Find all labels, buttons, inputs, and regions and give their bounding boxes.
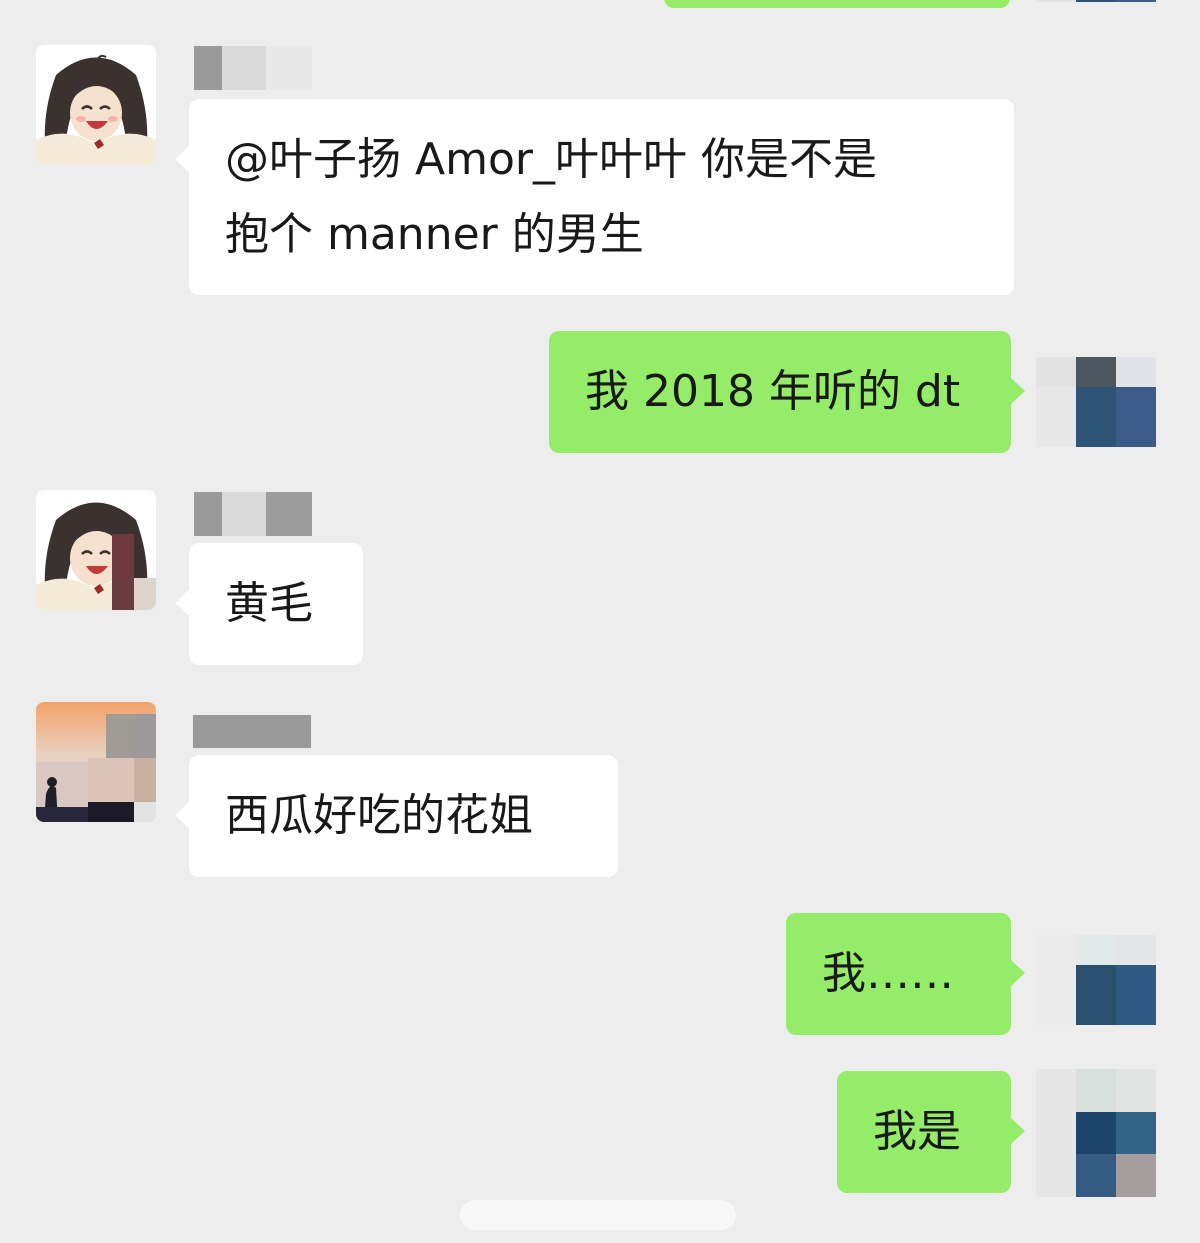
partial-message-bubble-top (664, 0, 1010, 8)
message-bubble[interactable]: 黄毛 (175, 543, 363, 665)
girl-cartoon-avatar[interactable] (36, 490, 156, 610)
pixelated-avatar[interactable] (1036, 935, 1156, 1025)
sender-name-blurred (193, 715, 311, 759)
message-bubble[interactable]: @叶子扬 Amor_叶叶叶 你是不是 抱个 manner 的男生 (175, 99, 1014, 295)
sender-name-blurred (194, 46, 312, 90)
message-bubble[interactable]: 我 2018 年听的 dt (549, 331, 1025, 453)
sender-name-blurred (194, 492, 312, 536)
partial-avatar-top (1036, 0, 1156, 2)
message-text: 我…… (822, 948, 954, 999)
message-bubble[interactable]: 我是 (837, 1071, 1025, 1193)
message-text: 我 2018 年听的 dt (585, 366, 961, 417)
girl-cartoon-avatar[interactable] (36, 45, 156, 165)
message-bubble[interactable]: 西瓜好吃的花姐 (175, 755, 618, 877)
pixelated-avatar[interactable] (1036, 1069, 1156, 1197)
sunset-photo-avatar[interactable] (36, 702, 156, 822)
watermark (460, 1200, 736, 1230)
message-text: 西瓜好吃的花姐 (225, 790, 533, 841)
message-text-line: @叶子扬 Amor_叶叶叶 你是不是 (225, 134, 877, 185)
message-text: 我是 (873, 1106, 961, 1157)
message-text: 黄毛 (225, 578, 313, 629)
message-bubble[interactable]: 我…… (786, 913, 1025, 1035)
message-text-line: 抱个 manner 的男生 (225, 209, 644, 260)
pixelated-avatar[interactable] (1036, 357, 1156, 447)
